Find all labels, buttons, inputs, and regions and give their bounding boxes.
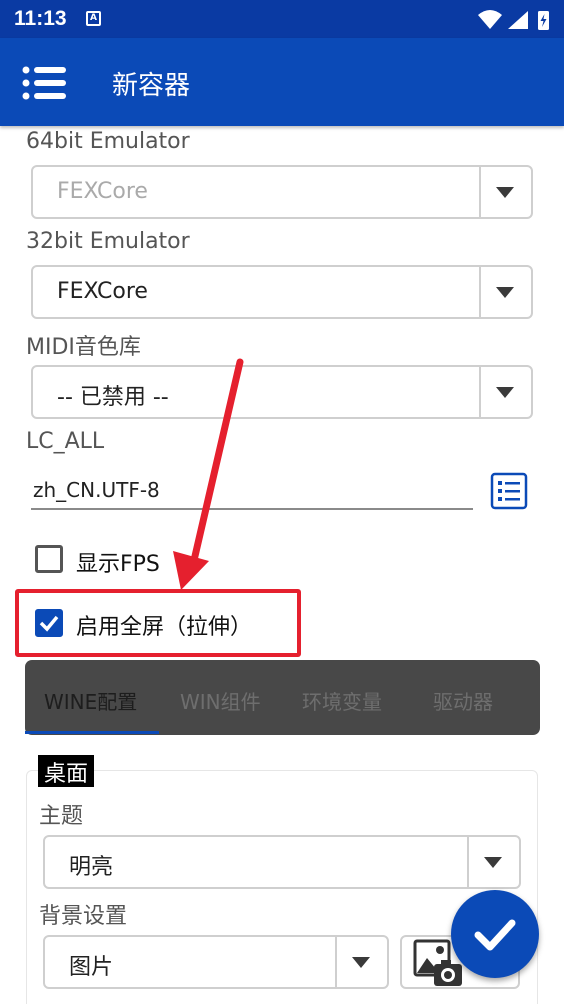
signal-icon	[508, 11, 528, 29]
midi-select[interactable]: -- 已禁用 --	[31, 365, 533, 419]
show-fps-label: 显示FPS	[76, 552, 160, 577]
list-icon[interactable]	[490, 472, 528, 510]
midi-value: -- 已禁用 --	[57, 385, 169, 410]
lc-all-input[interactable]: zh_CN.UTF-8	[31, 476, 473, 510]
chevron-down-icon	[496, 387, 514, 398]
check-icon	[474, 919, 516, 951]
annotation-highlight-box	[15, 589, 301, 657]
theme-value: 明亮	[69, 855, 114, 880]
midi-label: MIDI音色库	[26, 335, 141, 360]
emulator32-label: 32bit Emulator	[26, 229, 190, 254]
list-menu-icon[interactable]	[22, 66, 66, 100]
background-value: 图片	[69, 955, 114, 980]
confirm-fab-button[interactable]	[451, 890, 539, 978]
select-divider	[335, 937, 337, 987]
theme-select[interactable]: 明亮	[43, 835, 521, 889]
emulator64-value: FEXCore	[57, 179, 148, 204]
page-title: 新容器	[112, 71, 191, 101]
app-bar: 新容器	[0, 38, 564, 126]
tab-drives[interactable]: 驱动器	[433, 686, 493, 715]
chevron-down-icon	[484, 857, 502, 868]
background-select[interactable]: 图片	[43, 935, 389, 989]
theme-label: 主题	[39, 804, 84, 829]
background-label: 背景设置	[39, 904, 128, 929]
emulator32-value: FEXCore	[57, 279, 148, 304]
show-fps-checkbox[interactable]	[35, 545, 63, 573]
desktop-section-title: 桌面	[38, 755, 95, 787]
tab-wine-config[interactable]: WINE配置	[44, 686, 137, 715]
wifi-icon	[478, 10, 502, 29]
status-bar: 11:13 A	[0, 0, 564, 38]
status-time: 11:13	[14, 7, 67, 30]
tab-env-vars[interactable]: 环境变量	[302, 686, 382, 715]
select-divider	[479, 267, 481, 317]
select-divider	[467, 837, 469, 887]
notification-icon: A	[86, 11, 101, 26]
select-divider	[479, 367, 481, 417]
chevron-down-icon	[352, 957, 370, 968]
lc-all-value: zh_CN.UTF-8	[33, 478, 160, 502]
lc-all-label: LC_ALL	[26, 429, 105, 454]
emulator32-select[interactable]: FEXCore	[31, 265, 533, 319]
select-divider	[479, 167, 481, 217]
tab-win-components[interactable]: WIN组件	[180, 686, 261, 715]
emulator64-label: 64bit Emulator	[26, 129, 190, 154]
emulator64-select: FEXCore	[31, 165, 533, 219]
system-icons	[478, 10, 549, 30]
active-tab-indicator	[25, 731, 159, 734]
config-tab-bar: WINE配置 WIN组件 环境变量 驱动器	[25, 660, 540, 735]
chevron-down-icon	[496, 187, 514, 198]
chevron-down-icon	[496, 287, 514, 298]
